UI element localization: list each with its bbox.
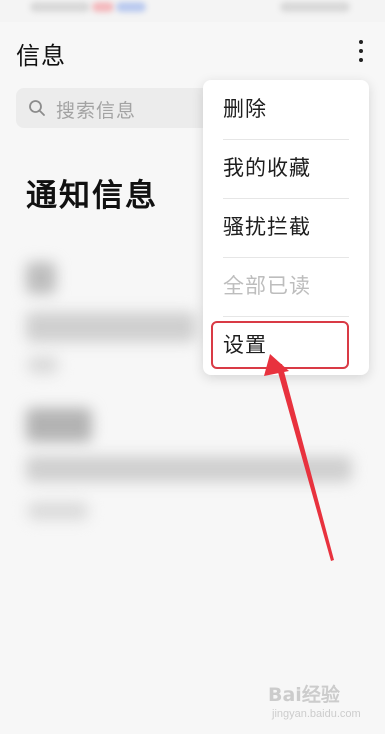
watermark-logo: Bai经验 <box>268 684 340 706</box>
menu-item-favorites[interactable]: 我的收藏 <box>223 139 349 199</box>
blurred-icon <box>26 262 56 294</box>
watermark: Bai经验 jingyan.baidu.com <box>268 678 378 728</box>
search-icon <box>29 100 45 116</box>
section-title: 通知信息 <box>26 178 158 214</box>
menu-item-delete[interactable]: 删除 <box>223 80 349 140</box>
status-bar-indicator <box>116 2 146 12</box>
search-placeholder: 搜索信息 <box>56 100 137 122</box>
blurred-text <box>28 502 88 520</box>
blurred-text <box>28 356 58 374</box>
status-bar <box>0 0 385 22</box>
status-bar-indicator <box>92 2 114 12</box>
more-vertical-icon[interactable] <box>349 38 373 68</box>
blurred-avatar <box>26 408 92 442</box>
status-bar-left <box>30 2 90 12</box>
page-title: 信息 <box>16 42 66 70</box>
app-header: 信息 <box>0 22 385 82</box>
menu-item-mark-all-read[interactable]: 全部已读 <box>223 257 349 317</box>
blurred-text[interactable] <box>26 312 196 342</box>
menu-item-harassment-block[interactable]: 骚扰拦截 <box>223 198 349 258</box>
highlight-box <box>211 321 349 369</box>
status-bar-right <box>280 2 350 12</box>
watermark-url: jingyan.baidu.com <box>272 708 361 720</box>
blurred-text[interactable] <box>26 456 352 482</box>
